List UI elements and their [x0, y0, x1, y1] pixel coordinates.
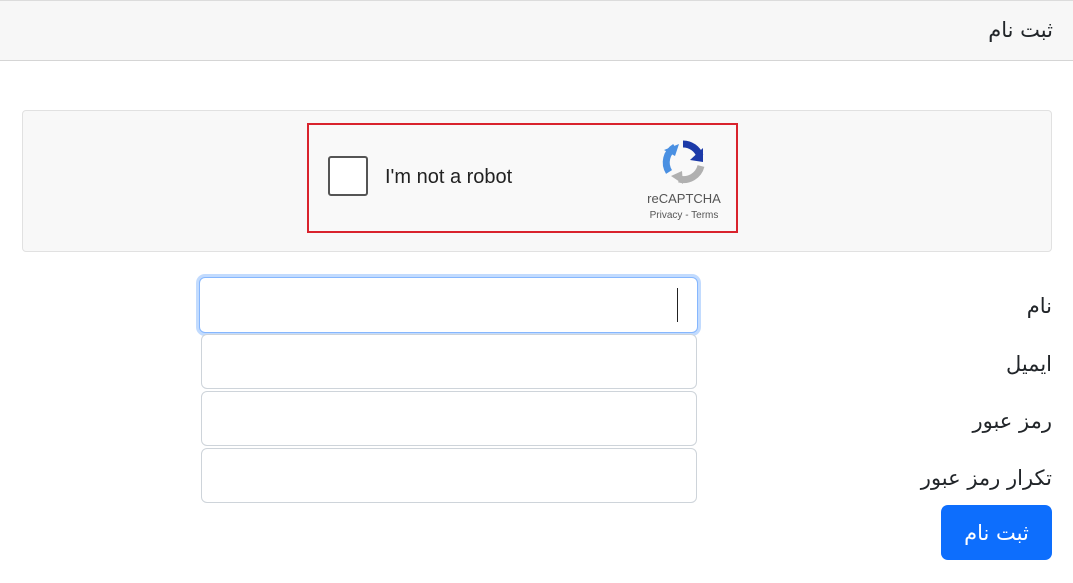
password-input[interactable] [201, 391, 697, 446]
recaptcha-links: Privacy - Terms [634, 210, 734, 221]
links-separator: - [682, 210, 692, 221]
email-input[interactable] [201, 334, 697, 389]
recaptcha-checkbox-label: I'm not a robot [385, 166, 513, 188]
email-label: ایمیل [1005, 352, 1052, 376]
confirm-password-label: تکرار رمز عبور [920, 466, 1052, 490]
recaptcha-widget: I'm not a robot reCAPTCHA Privacy - Term… [307, 123, 738, 233]
password-label: رمز عبور [972, 409, 1052, 433]
page-title: ثبت نام [988, 18, 1053, 42]
privacy-link[interactable]: Privacy [650, 210, 683, 221]
card-header: ثبت نام [0, 0, 1073, 61]
recaptcha-brand: reCAPTCHA [647, 191, 721, 206]
confirm-password-input[interactable] [201, 448, 697, 503]
name-label: نام [1026, 294, 1052, 318]
text-caret [677, 288, 678, 322]
terms-link[interactable]: Terms [691, 210, 718, 221]
recaptcha-checkbox[interactable] [328, 156, 368, 196]
submit-button[interactable]: ثبت نام [941, 505, 1052, 560]
name-input[interactable] [199, 277, 698, 333]
recaptcha-logo-icon [662, 140, 705, 184]
